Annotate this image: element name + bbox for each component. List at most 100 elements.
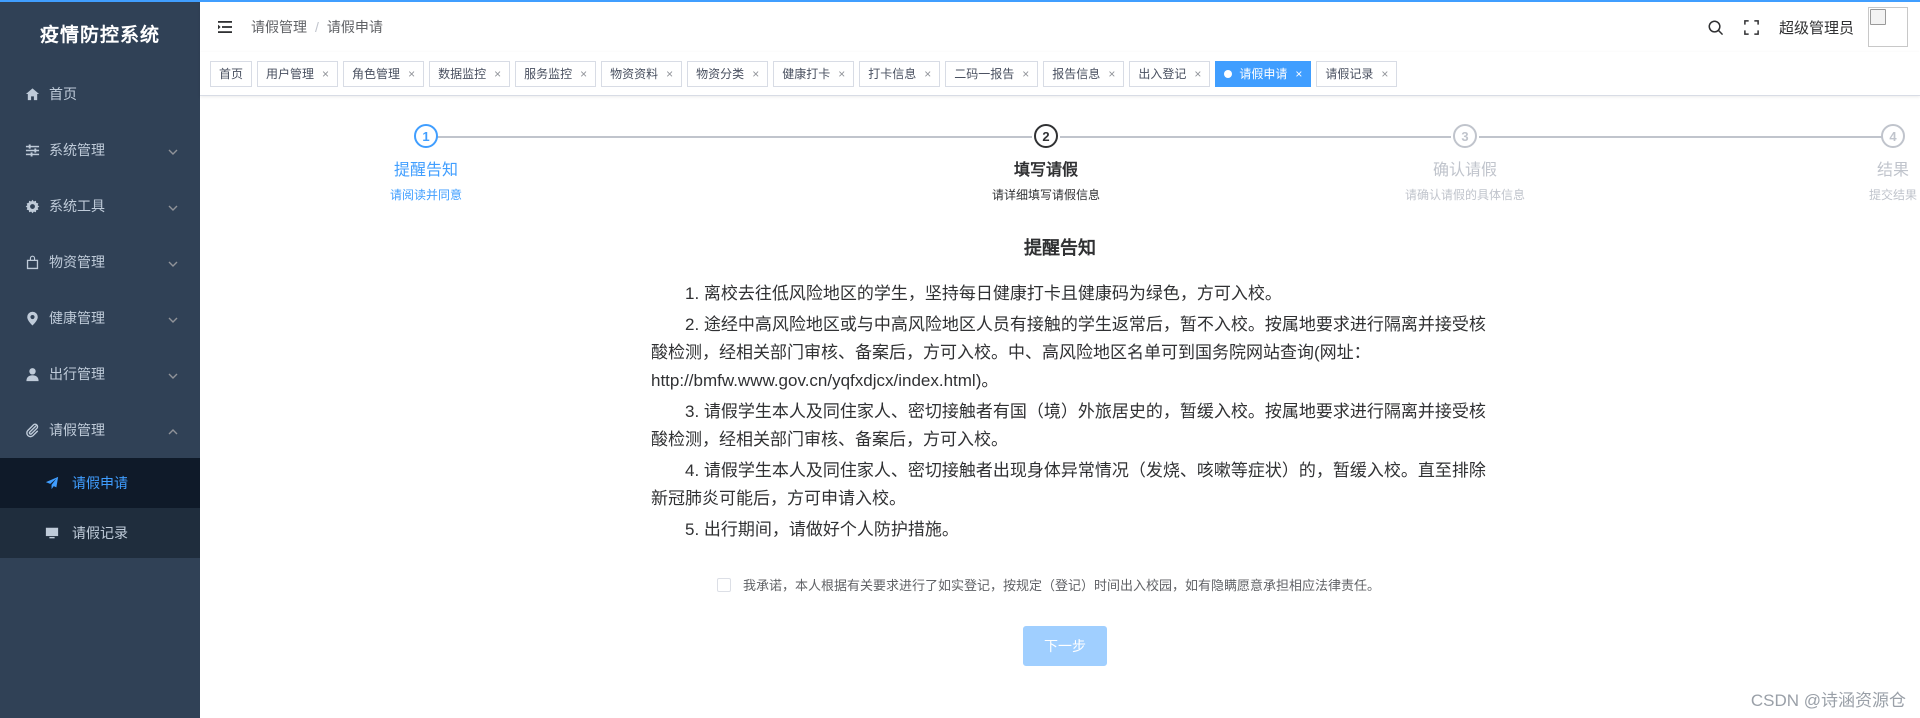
tag-user-management[interactable]: 用户管理 × [257, 60, 339, 87]
notice-paragraph: 2. 途经中高风险地区或与中高风险地区人员有接触的学生返常后，暂不入校。按属地要… [651, 315, 1486, 390]
sidebar-item-label: 出行管理 [49, 366, 105, 382]
sidebar-item-leave-management[interactable]: 请假管理 [0, 402, 200, 458]
agreement-label[interactable]: 我承诺，本人根据有关要求进行了如实登记，按规定（登记）时间出入校园，如有隐瞒愿意… [743, 575, 1380, 594]
step-title: 提醒告知 [393, 162, 458, 179]
step-number: 4 [1881, 124, 1905, 148]
tag-label: 请假记录 [1325, 67, 1374, 81]
step-title: 填写请假 [1013, 162, 1078, 179]
app-title: 疫情防控系统 [39, 24, 160, 46]
close-icon[interactable]: × [1022, 68, 1029, 80]
close-icon[interactable]: × [322, 68, 329, 80]
hamburger-menu-icon[interactable] [217, 18, 235, 36]
notice-paragraph: 5. 出行期间，请做好个人防护措施。 [685, 520, 959, 539]
navbar-right-menu: 超级管理员 [1707, 2, 1920, 52]
user-name[interactable]: 超级管理员 [1779, 17, 1854, 38]
tag-home[interactable]: 首页 [210, 60, 253, 87]
close-icon[interactable]: × [1194, 68, 1201, 80]
close-icon[interactable]: × [752, 68, 759, 80]
tag-two-codes-report[interactable]: 二码一报告 × [945, 60, 1039, 87]
leave-submenu: 请假申请 请假记录 [0, 458, 200, 558]
sidebar-item-label: 请假管理 [49, 422, 105, 438]
close-icon[interactable]: × [1381, 68, 1388, 80]
breadcrumb: 请假管理 / 请假申请 [251, 17, 383, 37]
breadcrumb-separator: / [315, 19, 319, 35]
agreement-checkbox[interactable] [717, 577, 731, 592]
tags-view: 首页 用户管理 × 角色管理 × 数据监控 × 服务监控 × 物资资料 × 物资分类 × 健… [200, 52, 1920, 96]
tag-supplies-data[interactable]: 物资资料 × [601, 60, 683, 87]
fullscreen-icon[interactable] [1743, 18, 1761, 36]
step-result: 4 结果 提交结果 [1773, 124, 1920, 203]
tag-service-monitor[interactable]: 服务监控 × [515, 60, 597, 87]
sidebar-subitem-label: 请假记录 [72, 525, 128, 541]
sidebar-item-leave-application[interactable]: 请假申请 [0, 458, 200, 508]
step-reminder: 1 提醒告知 请阅读并同意 [306, 124, 546, 203]
step-number: 3 [1453, 124, 1477, 148]
notice-body: 1. 离校去往低风险地区的学生，坚持每日健康打卡且健康码为绿色，方可入校。 2.… [651, 280, 1501, 547]
notice-paragraph: 3. 请假学生本人及同住家人、密切接触者有国（境）外旅居史的，暂缓入校。按属地要… [651, 402, 1486, 449]
chevron-up-icon [168, 424, 178, 435]
agreement: 我承诺，本人根据有关要求进行了如实登记，按规定（登记）时间出入校园，如有隐瞒愿意… [717, 575, 1380, 594]
step-title: 确认请假 [1432, 162, 1497, 179]
tag-label: 请假申请 [1239, 67, 1288, 81]
sidebar-item-label: 健康管理 [49, 310, 105, 326]
paperclip-icon [24, 422, 40, 438]
paper-plane-icon [44, 475, 60, 491]
notice-paragraph: 1. 离校去往低风险地区的学生，坚持每日健康打卡且健康码为绿色，方可入校。 [685, 284, 1282, 303]
sidebar-item-system-management[interactable]: 系统管理 [0, 122, 200, 178]
top-accent-bar [0, 0, 1920, 2]
close-icon[interactable]: × [924, 68, 931, 80]
sidebar-item-label: 系统工具 [49, 198, 105, 214]
tag-label: 数据监控 [438, 67, 487, 81]
close-icon[interactable]: × [580, 68, 587, 80]
sidebar-item-health-management[interactable]: 健康管理 [0, 290, 200, 346]
tag-label: 二码一报告 [954, 67, 1015, 81]
tag-health-checkin[interactable]: 健康打卡 × [773, 60, 855, 87]
step-fill-leave: 2 填写请假 请详细填写请假信息 [926, 124, 1166, 203]
tag-checkin-info[interactable]: 打卡信息 × [859, 60, 941, 87]
user-icon [24, 366, 40, 382]
close-icon[interactable]: × [666, 68, 673, 80]
sidebar-item-leave-records[interactable]: 请假记录 [0, 508, 200, 558]
close-icon[interactable]: × [494, 68, 501, 80]
active-dot-icon [1224, 69, 1233, 78]
close-icon[interactable]: × [838, 68, 845, 80]
tag-label: 物资分类 [696, 67, 745, 81]
chevron-down-icon [168, 144, 178, 155]
step-description: 请阅读并同意 [389, 188, 462, 202]
next-step-button[interactable]: 下一步 [1023, 626, 1107, 666]
tag-supplies-category[interactable]: 物资分类 × [687, 60, 769, 87]
tag-entry-exit-register[interactable]: 出入登记 × [1129, 60, 1211, 87]
sidebar-item-system-tools[interactable]: 系统工具 [0, 178, 200, 234]
step-description: 提交结果 [1868, 188, 1917, 202]
sidebar: 疫情防控系统 首页 系统管理 系统工具 物资管理 健康管理 出行管理 请假管理 … [0, 0, 200, 718]
tag-label: 首页 [219, 67, 244, 81]
close-icon[interactable]: × [1295, 68, 1302, 80]
navbar: 请假管理 / 请假申请 超级管理员 [200, 2, 1920, 52]
close-icon[interactable]: × [408, 68, 415, 80]
tag-leave-application[interactable]: 请假申请 × [1215, 60, 1312, 87]
chevron-down-icon [168, 200, 178, 211]
tag-leave-records[interactable]: 请假记录 × [1316, 60, 1398, 87]
search-icon[interactable] [1707, 18, 1725, 36]
step-description: 请确认请假的具体信息 [1404, 188, 1525, 202]
location-pin-icon [24, 310, 40, 326]
sliders-icon [24, 142, 40, 158]
home-icon [24, 86, 40, 102]
sidebar-subitem-label: 请假申请 [72, 475, 128, 491]
gear-icon [24, 198, 40, 214]
tag-role-management[interactable]: 角色管理 × [343, 60, 425, 87]
steps: 1 提醒告知 请阅读并同意 2 填写请假 请详细填写请假信息 3 确认请假 请确… [200, 96, 1920, 206]
close-icon[interactable]: × [1108, 68, 1115, 80]
step-description: 请详细填写请假信息 [991, 188, 1100, 202]
sidebar-item-home[interactable]: 首页 [0, 66, 200, 122]
breadcrumb-item-leave-application: 请假申请 [326, 19, 383, 35]
tag-label: 用户管理 [266, 67, 315, 81]
tag-label: 报告信息 [1052, 67, 1101, 81]
tag-report-info[interactable]: 报告信息 × [1043, 60, 1125, 87]
breadcrumb-item-leave-management[interactable]: 请假管理 [251, 17, 307, 37]
tag-data-monitor[interactable]: 数据监控 × [429, 60, 511, 87]
step-confirm-leave: 3 确认请假 请确认请假的具体信息 [1345, 124, 1585, 203]
step-number: 2 [1034, 124, 1058, 148]
sidebar-item-travel-management[interactable]: 出行管理 [0, 346, 200, 402]
avatar[interactable] [1868, 7, 1908, 47]
